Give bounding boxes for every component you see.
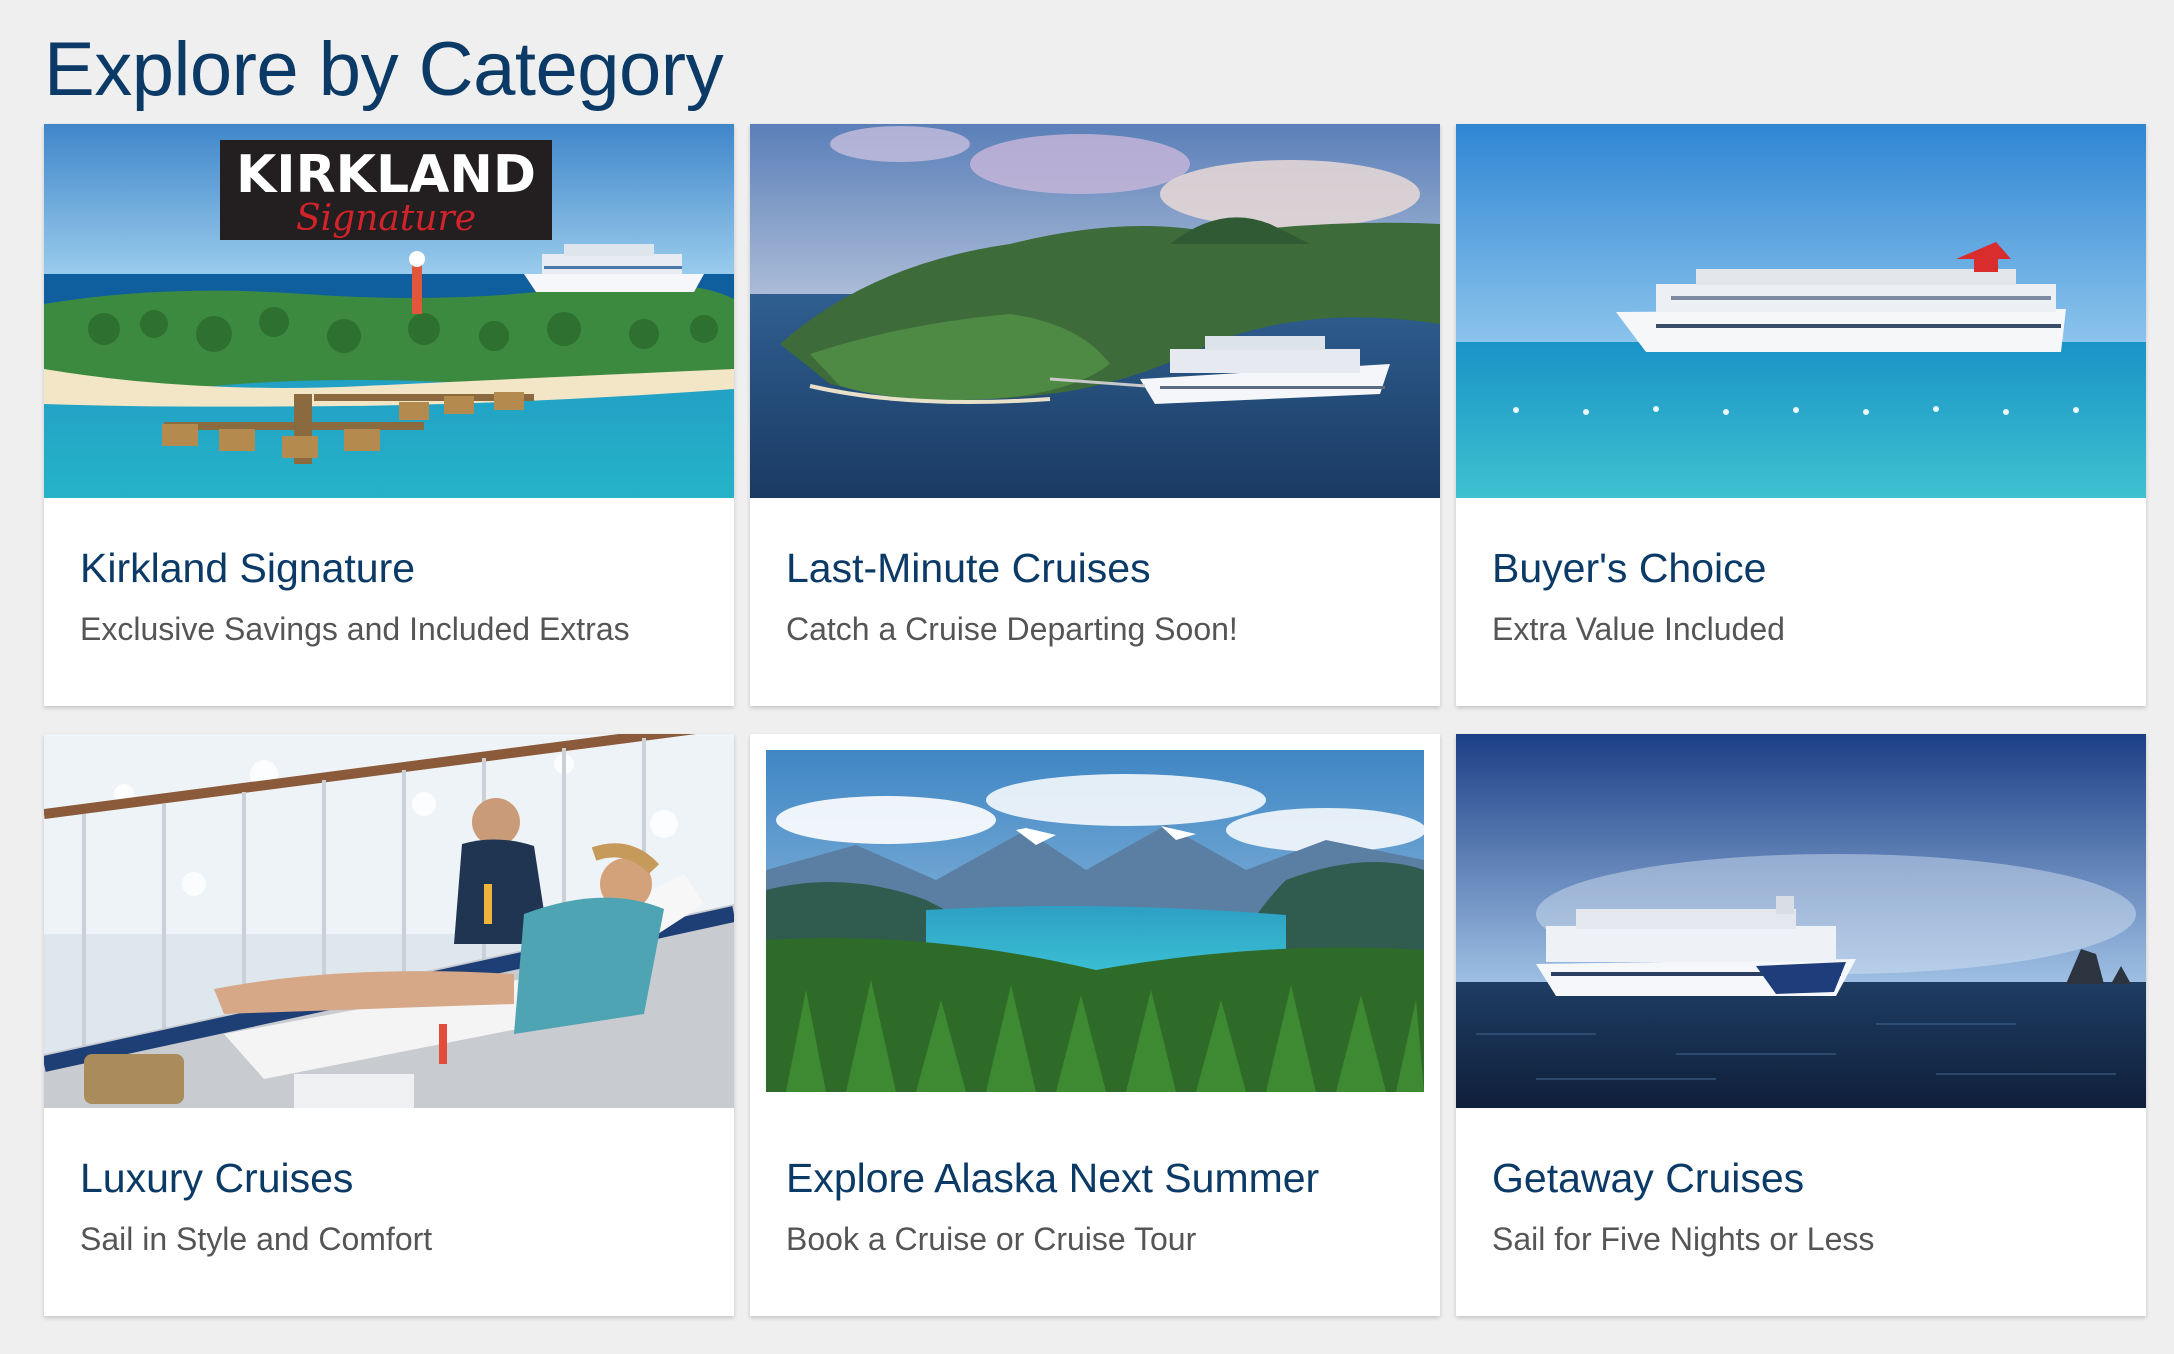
card-subtitle: Extra Value Included <box>1492 611 1785 647</box>
card-subtitle: Sail for Five Nights or Less <box>1492 1221 1875 1257</box>
card-subtitle: Book a Cruise or Cruise Tour <box>786 1221 1197 1257</box>
page-title: Explore by Category <box>44 27 724 112</box>
card-image-ship-dark-ocean <box>1456 734 2146 1108</box>
category-card-kirkland-signature[interactable]: KIRKLAND Signature Kirkland Signature Ex… <box>44 124 734 706</box>
card-title: Kirkland Signature <box>80 545 416 591</box>
category-card-getaway-cruises[interactable]: Getaway Cruises Sail for Five Nights or … <box>1456 734 2146 1316</box>
card-subtitle: Catch a Cruise Departing Soon! <box>786 611 1238 647</box>
kirkland-signature-logo: KIRKLAND Signature <box>220 140 552 240</box>
category-card-luxury-cruises[interactable]: Luxury Cruises Sail in Style and Comfort <box>44 734 734 1316</box>
card-image-couple-on-deck <box>44 734 734 1108</box>
card-subtitle: Sail in Style and Comfort <box>80 1221 433 1257</box>
category-card-explore-alaska[interactable]: Explore Alaska Next Summer Book a Cruise… <box>750 734 1440 1316</box>
card-title: Buyer's Choice <box>1492 545 1767 591</box>
category-card-buyers-choice[interactable]: Buyer's Choice Extra Value Included <box>1456 124 2146 706</box>
card-title: Last-Minute Cruises <box>786 545 1151 591</box>
card-subtitle: Exclusive Savings and Included Extras <box>80 611 630 647</box>
card-image-island-resort: KIRKLAND Signature <box>44 124 734 498</box>
card-image-mountain-island-port <box>750 124 1440 498</box>
card-image-alaska-fjord <box>750 734 1440 1108</box>
svg-text:KIRKLAND: KIRKLAND <box>236 145 536 205</box>
card-title: Getaway Cruises <box>1492 1155 1805 1201</box>
card-title: Luxury Cruises <box>80 1155 354 1201</box>
svg-text:Signature: Signature <box>296 198 476 239</box>
category-card-last-minute-cruises[interactable]: Last-Minute Cruises Catch a Cruise Depar… <box>750 124 1440 706</box>
card-title: Explore Alaska Next Summer <box>786 1155 1320 1201</box>
card-image-ship-turquoise-sea <box>1456 124 2146 498</box>
